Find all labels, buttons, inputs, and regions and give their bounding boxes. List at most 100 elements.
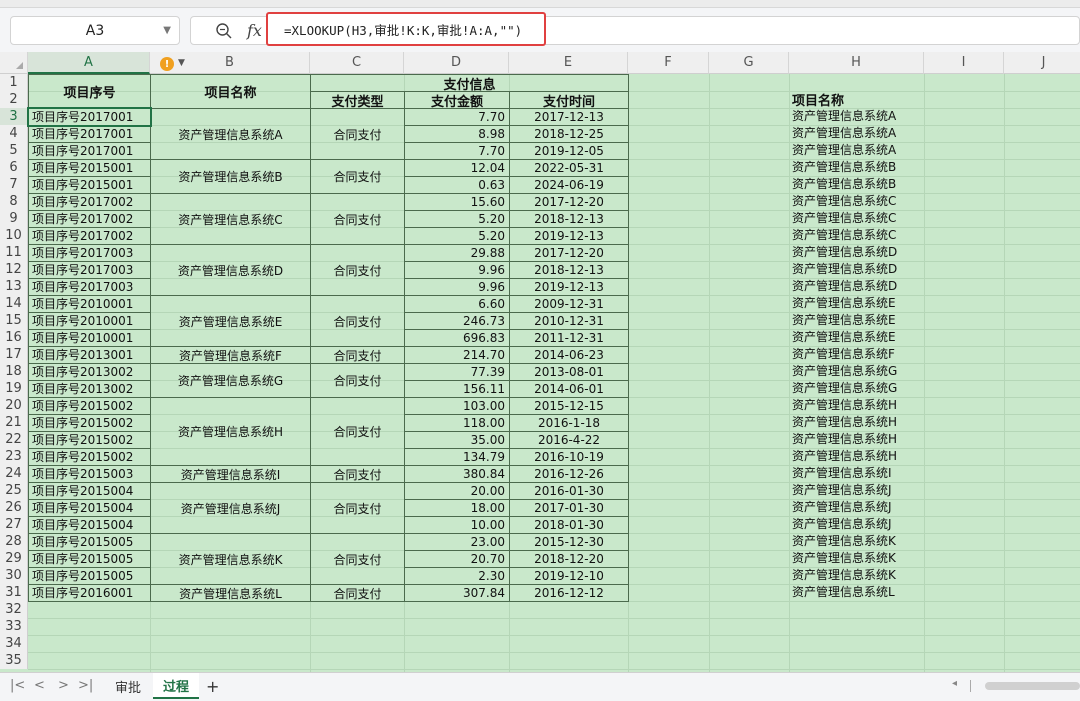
row-header-2[interactable]: 2	[0, 91, 28, 108]
table-cell-date[interactable]: 2015-12-15	[509, 397, 629, 415]
table-cell-lookup-name[interactable]: 资产管理信息系统C	[789, 193, 924, 210]
table-cell-lookup-name[interactable]: 资产管理信息系统J	[789, 482, 924, 499]
table-cell-project-no[interactable]: 项目序号2016001	[28, 584, 151, 602]
table-cell-lookup-name[interactable]: 资产管理信息系统C	[789, 210, 924, 227]
table-cell-lookup-name[interactable]: 资产管理信息系统H	[789, 431, 924, 448]
column-header-c[interactable]: C	[310, 52, 404, 74]
table-cell-date[interactable]: 2016-12-26	[509, 465, 629, 483]
table-cell-payment-type[interactable]: 合同支付	[310, 346, 405, 364]
table-cell-amount[interactable]: 20.70	[404, 550, 510, 568]
row-header-16[interactable]: 16	[0, 329, 28, 346]
row-header-14[interactable]: 14	[0, 295, 28, 312]
tab-guocheng[interactable]: 过程	[153, 673, 199, 699]
table-cell-payment-type[interactable]: 合同支付	[310, 397, 405, 466]
table-cell-date[interactable]: 2017-12-20	[509, 193, 629, 211]
table-cell-lookup-name[interactable]: 资产管理信息系统D	[789, 278, 924, 295]
table-cell-project-name[interactable]: 资产管理信息系统E	[150, 295, 311, 347]
table-cell-payment-type[interactable]: 合同支付	[310, 465, 405, 483]
table-cell-date[interactable]: 2018-12-13	[509, 261, 629, 279]
add-sheet-button[interactable]: +	[206, 677, 219, 696]
table-cell-date[interactable]: 2024-06-19	[509, 176, 629, 194]
table-cell-date[interactable]: 2016-12-12	[509, 584, 629, 602]
table-cell-project-name[interactable]: 资产管理信息系统F	[150, 346, 311, 364]
row-header-26[interactable]: 26	[0, 499, 28, 516]
table-cell-amount[interactable]: 7.70	[404, 142, 510, 160]
column-header-a[interactable]: A	[28, 52, 150, 74]
table-cell-project-no[interactable]: 项目序号2017002	[28, 227, 151, 245]
table-cell-date[interactable]: 2016-4-22	[509, 431, 629, 449]
table-cell-project-no[interactable]: 项目序号2013002	[28, 380, 151, 398]
table-cell-project-name[interactable]: 资产管理信息系统D	[150, 244, 311, 296]
row-header-33[interactable]: 33	[0, 618, 28, 635]
table-cell-date[interactable]: 2016-01-30	[509, 482, 629, 500]
table-cell-amount[interactable]: 6.60	[404, 295, 510, 313]
formula-text[interactable]: =XLOOKUP(H3,审批!K:K,审批!A:A,"")	[266, 12, 546, 46]
table-cell-amount[interactable]: 29.88	[404, 244, 510, 262]
table-cell-project-no[interactable]: 项目序号2013002	[28, 363, 151, 381]
table-cell-amount[interactable]: 5.20	[404, 210, 510, 228]
table-cell-payment-type[interactable]: 合同支付	[310, 584, 405, 602]
table-cell-lookup-name[interactable]: 资产管理信息系统A	[789, 108, 924, 125]
fx-icon[interactable]: fx	[247, 21, 262, 40]
table-cell-project-no[interactable]: 项目序号2015002	[28, 397, 151, 415]
warning-icon[interactable]: !	[160, 57, 174, 71]
table-cell-project-name[interactable]: 资产管理信息系统H	[150, 397, 311, 466]
row-header-31[interactable]: 31	[0, 584, 28, 601]
table-cell-date[interactable]: 2014-06-01	[509, 380, 629, 398]
zoom-icon[interactable]	[215, 22, 233, 40]
row-header-27[interactable]: 27	[0, 516, 28, 533]
table-cell-project-no[interactable]: 项目序号2015002	[28, 431, 151, 449]
table-cell-amount[interactable]: 12.04	[404, 159, 510, 177]
table-cell-amount[interactable]: 2.30	[404, 567, 510, 585]
next-sheet-icon[interactable]: >	[58, 678, 69, 693]
table-cell-project-no[interactable]: 项目序号2015004	[28, 516, 151, 534]
table-cell-amount[interactable]: 8.98	[404, 125, 510, 143]
table-cell-lookup-name[interactable]: 资产管理信息系统I	[789, 465, 924, 482]
table-cell-date[interactable]: 2017-12-13	[509, 108, 629, 126]
table-cell-project-no[interactable]: 项目序号2015005	[28, 567, 151, 585]
table-cell-date[interactable]: 2018-01-30	[509, 516, 629, 534]
table-cell-payment-type[interactable]: 合同支付	[310, 363, 405, 398]
table-cell-lookup-name[interactable]: 资产管理信息系统L	[789, 584, 924, 601]
table-cell-lookup-name[interactable]: 资产管理信息系统H	[789, 448, 924, 465]
table-cell-lookup-name[interactable]: 资产管理信息系统G	[789, 363, 924, 380]
table-cell-project-name[interactable]: 资产管理信息系统A	[150, 108, 311, 160]
table-cell-project-name[interactable]: 资产管理信息系统J	[150, 482, 311, 534]
table-cell-project-name[interactable]: 资产管理信息系统C	[150, 193, 311, 245]
name-box[interactable]: A3 ▼	[10, 16, 180, 45]
table-cell-project-no[interactable]: 项目序号2015002	[28, 448, 151, 466]
table-cell-amount[interactable]: 10.00	[404, 516, 510, 534]
spreadsheet-grid[interactable]: A B C D E F G H I J 1 2 3 4 5 6 7 8 9 10 11 12 13 14 15 16 17 18 19 2…	[0, 52, 1080, 672]
table-cell-project-no[interactable]: 项目序号2010001	[28, 295, 151, 313]
table-cell-project-no[interactable]: 项目序号2017001	[28, 142, 151, 160]
table-cell-project-no[interactable]: 项目序号2017003	[28, 244, 151, 262]
table-cell-project-no[interactable]: 项目序号2017002	[28, 193, 151, 211]
table-cell-date[interactable]: 2016-10-19	[509, 448, 629, 466]
table-cell-date[interactable]: 2009-12-31	[509, 295, 629, 313]
row-header-24[interactable]: 24	[0, 465, 28, 482]
table-cell-date[interactable]: 2017-12-20	[509, 244, 629, 262]
table-cell-lookup-name[interactable]: 资产管理信息系统H	[789, 414, 924, 431]
table-cell-amount[interactable]: 0.63	[404, 176, 510, 194]
column-header-h[interactable]: H	[789, 52, 924, 74]
table-cell-payment-type[interactable]: 合同支付	[310, 108, 405, 160]
table-cell-lookup-name[interactable]: 资产管理信息系统E	[789, 312, 924, 329]
horizontal-scrollbar[interactable]	[985, 682, 1080, 690]
row-header-7[interactable]: 7	[0, 176, 28, 193]
table-cell-project-name[interactable]: 资产管理信息系统I	[150, 465, 311, 483]
table-cell-lookup-name[interactable]: 资产管理信息系统A	[789, 142, 924, 159]
row-header-35[interactable]: 35	[0, 652, 28, 669]
table-cell-project-no[interactable]: 项目序号2017001	[28, 125, 151, 143]
row-header-10[interactable]: 10	[0, 227, 28, 244]
row-header-6[interactable]: 6	[0, 159, 28, 176]
table-cell-project-no[interactable]: 项目序号2010001	[28, 329, 151, 347]
table-cell-amount[interactable]: 35.00	[404, 431, 510, 449]
table-cell-date[interactable]: 2011-12-31	[509, 329, 629, 347]
row-header-8[interactable]: 8	[0, 193, 28, 210]
table-cell-lookup-name[interactable]: 资产管理信息系统E	[789, 329, 924, 346]
table-cell-date[interactable]: 2018-12-25	[509, 125, 629, 143]
table-cell-lookup-name[interactable]: 资产管理信息系统H	[789, 397, 924, 414]
table-cell-amount[interactable]: 23.00	[404, 533, 510, 551]
table-cell-amount[interactable]: 380.84	[404, 465, 510, 483]
table-cell-lookup-name[interactable]: 资产管理信息系统E	[789, 295, 924, 312]
